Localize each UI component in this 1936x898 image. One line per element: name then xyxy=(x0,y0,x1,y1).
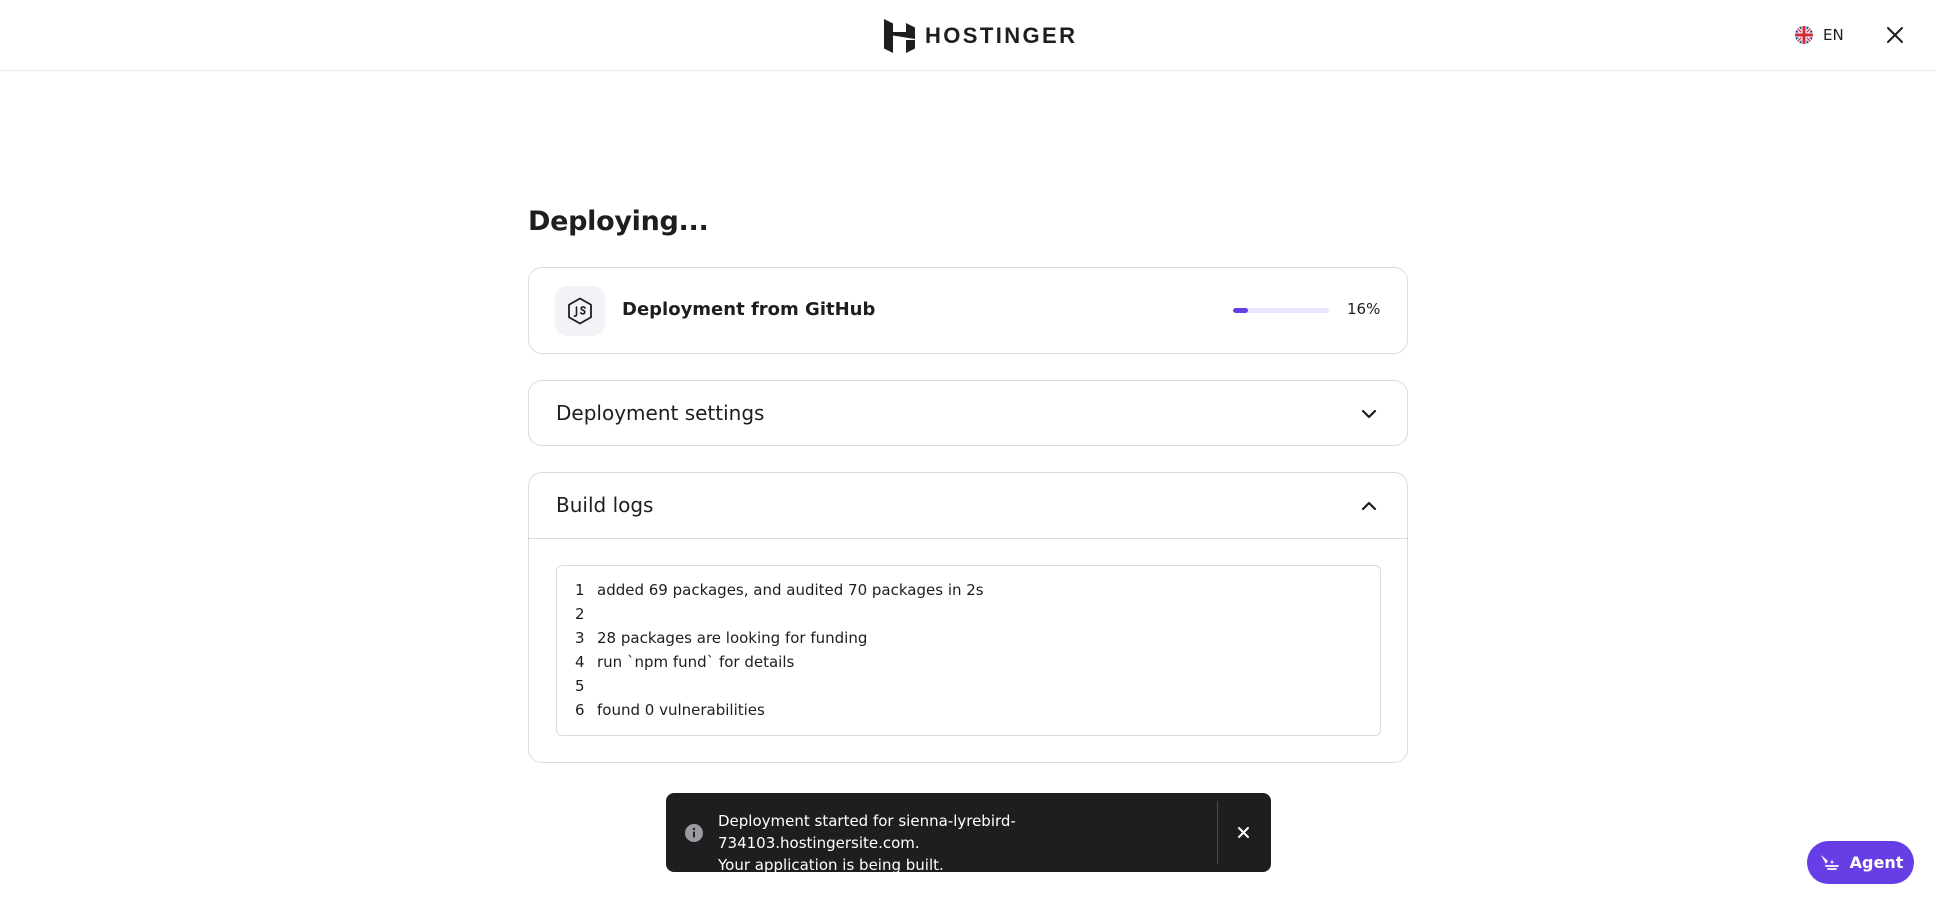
log-line-text: 28 packages are looking for funding xyxy=(597,629,868,647)
build-logs-title: Build logs xyxy=(556,493,654,517)
nodejs-icon xyxy=(568,297,592,325)
log-line-text: added 69 packages, and audited 70 packag… xyxy=(597,581,984,599)
agent-button[interactable]: Agent xyxy=(1807,841,1914,884)
build-logs-header[interactable]: Build logs xyxy=(529,473,1407,539)
brand-logo[interactable]: HOSTINGER xyxy=(884,19,1077,53)
log-line-number: 1 xyxy=(575,581,585,599)
deployment-toast: Deployment started for sienna-lyrebird-7… xyxy=(666,793,1271,874)
close-icon[interactable] xyxy=(1235,824,1252,841)
deployment-progress-fill xyxy=(1233,308,1249,313)
chevron-up-icon[interactable] xyxy=(1359,496,1379,516)
toast-message-line-1: Deployment started for sienna-lyrebird-7… xyxy=(718,812,1016,852)
deployment-card: Deployment from GitHub 16% xyxy=(528,267,1408,354)
top-bar: HOSTINGER EN xyxy=(0,0,1936,71)
language-code: EN xyxy=(1823,26,1844,44)
log-line: 2 xyxy=(575,602,1362,626)
log-line-number: 4 xyxy=(575,653,585,671)
agent-sparkle-icon xyxy=(1820,854,1839,871)
log-line-number: 5 xyxy=(575,677,585,695)
deployment-progress-bar xyxy=(1233,308,1329,313)
close-icon[interactable] xyxy=(1884,24,1906,46)
toast-message: Deployment started for sienna-lyrebird-7… xyxy=(718,810,1208,876)
info-icon xyxy=(685,824,703,842)
log-line-text: run `npm fund` for details xyxy=(597,653,795,671)
uk-flag-icon xyxy=(1795,26,1813,44)
repo-icon-container xyxy=(555,286,605,336)
language-selector[interactable]: EN xyxy=(1795,24,1844,46)
deployment-settings-accordion[interactable]: Deployment settings xyxy=(528,380,1408,446)
log-line: 5 xyxy=(575,674,1362,698)
log-line-text: found 0 vulnerabilities xyxy=(597,701,765,719)
brand-name: HOSTINGER xyxy=(925,23,1078,48)
log-line: 6 found 0 vulnerabilities xyxy=(575,698,1362,722)
build-logs-accordion: Build logs 1 added 69 packages, and audi… xyxy=(528,472,1408,763)
hostinger-logo-icon xyxy=(884,19,915,53)
log-line-number: 6 xyxy=(575,701,585,719)
log-line: 3 28 packages are looking for funding xyxy=(575,626,1362,650)
log-line-number: 2 xyxy=(575,605,585,623)
chevron-down-icon[interactable] xyxy=(1359,404,1379,424)
toast-message-line-2: Your application is being built. xyxy=(718,856,944,874)
toast-divider xyxy=(1217,801,1218,864)
deployment-progress-percent: 16% xyxy=(1347,300,1381,318)
page-title: Deploying... xyxy=(528,206,709,237)
log-line: 4 run `npm fund` for details xyxy=(575,650,1362,674)
deployment-source-label: Deployment from GitHub xyxy=(622,299,876,320)
log-line-number: 3 xyxy=(575,629,585,647)
log-line: 1 added 69 packages, and audited 70 pack… xyxy=(575,578,1362,602)
deployment-settings-title: Deployment settings xyxy=(556,401,765,425)
agent-button-label: Agent xyxy=(1849,853,1904,872)
build-log-output[interactable]: 1 added 69 packages, and audited 70 pack… xyxy=(556,565,1381,736)
